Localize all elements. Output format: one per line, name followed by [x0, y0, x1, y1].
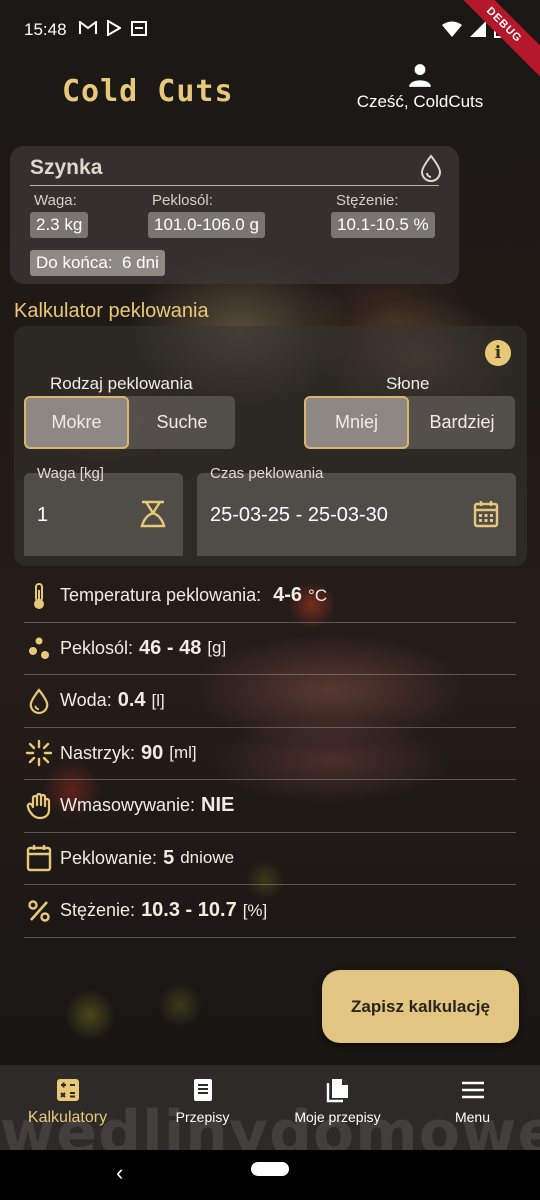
nav-label: Przepisy: [175, 1109, 230, 1125]
curing-time-field[interactable]: Czas peklowania 25-03-25 - 25-03-30: [197, 465, 516, 556]
wifi-icon: [442, 21, 462, 42]
saltiness-toggle: Mniej Bardziej: [304, 396, 515, 449]
saltiness-label: Słone: [386, 374, 430, 393]
result-label: Wmasowywanie:: [60, 795, 196, 816]
system-navigation-bar: ‹: [0, 1150, 540, 1200]
play-store-icon: [106, 18, 122, 41]
result-value: 46 - 48: [139, 636, 202, 659]
result-label: Peklosól:: [60, 637, 134, 658]
result-label: Nastrzyk:: [60, 742, 136, 763]
product-title: Szynka: [30, 156, 103, 179]
greeting-text: Cześć, ColdCuts: [356, 92, 484, 111]
result-label: Stężenie:: [60, 900, 136, 921]
remaining-days-chip: Do końca: 6 dni: [30, 250, 165, 276]
info-icon[interactable]: i: [485, 340, 511, 366]
result-value: 5: [163, 846, 175, 869]
result-label: Woda:: [60, 690, 112, 711]
result-unit: [ml]: [169, 743, 197, 763]
nav-calculators[interactable]: Kalkulatory: [0, 1065, 135, 1150]
water-drop-icon: [420, 154, 442, 182]
injection-icon: [24, 738, 54, 768]
result-value: 4-6: [273, 584, 303, 607]
concentration-label: Stężenie:: [336, 192, 399, 209]
user-profile-button[interactable]: Cześć, ColdCuts: [350, 60, 490, 112]
result-curing-days: Peklowanie: 5 dniowe: [24, 833, 516, 885]
result-unit: [l]: [151, 690, 165, 710]
weight-field[interactable]: Waga [kg] 1: [24, 465, 183, 556]
percent-icon: [24, 896, 54, 926]
result-value: 10.3 - 10.7: [141, 899, 237, 922]
nav-label: Kalkulatory: [27, 1109, 108, 1126]
concentration-value-chip: 10.1-10.5 %: [331, 212, 435, 238]
result-injection: Nastrzyk: 90 [ml]: [24, 728, 516, 780]
weight-value-chip: 2.3 kg: [30, 212, 89, 238]
calendar-icon[interactable]: [472, 499, 500, 529]
result-water: Woda: 0.4 [l]: [24, 675, 516, 728]
person-icon: [409, 64, 431, 87]
calendar-notification-icon: [130, 20, 147, 41]
weight-field-label: Waga [kg]: [37, 465, 104, 482]
thermometer-icon: [24, 581, 54, 611]
result-unit: [g]: [207, 638, 227, 658]
nav-menu[interactable]: Menu: [405, 1065, 540, 1150]
bottom-navigation: Kalkulatory Przepisy Moje przepisy Menu: [0, 1065, 540, 1150]
calculator-title: Kalkulator peklowania: [14, 300, 209, 322]
result-concentration: Stężenie: 10.3 - 10.7 [%]: [24, 885, 516, 938]
result-unit: °C: [308, 585, 328, 605]
my-recipes-icon: [326, 1079, 348, 1103]
card-divider: [30, 185, 439, 186]
water-drop-icon: [24, 686, 54, 716]
nav-recipes[interactable]: Przepisy: [135, 1065, 270, 1150]
signal-icon: [470, 21, 486, 42]
app-header: Cold Cuts Cześć, ColdCuts: [0, 60, 540, 140]
result-unit: [%]: [242, 900, 268, 920]
calendar-icon: [24, 843, 54, 873]
recipes-icon: [193, 1079, 212, 1101]
salt-icon: [24, 633, 54, 663]
result-unit: dniowe: [180, 848, 235, 868]
status-time: 15:48: [24, 20, 67, 39]
result-value: 0.4: [117, 689, 146, 712]
app-title: Cold Cuts: [62, 74, 234, 109]
result-massaging: Wmasowywanie: NIE: [24, 780, 516, 833]
nav-label: Menu: [454, 1109, 491, 1125]
result-temperature: Temperatura peklowania: 4-6 °C: [24, 570, 516, 623]
nav-my-recipes[interactable]: Moje przepisy: [270, 1065, 405, 1150]
result-value: 90: [141, 741, 164, 764]
weight-label: Waga:: [34, 192, 77, 209]
result-label: Temperatura peklowania:: [60, 585, 262, 606]
result-curing-salt: Peklosól: 46 - 48 [g]: [24, 623, 516, 675]
curing-type-toggle: Mokre Suche: [24, 396, 235, 449]
calculator-icon: [56, 1079, 79, 1101]
result-label: Peklowanie:: [60, 847, 158, 868]
status-bar: 15:48: [0, 0, 540, 60]
result-value: NIE: [201, 794, 235, 817]
menu-icon: [461, 1081, 484, 1099]
curing-time-value: 25-03-25 - 25-03-30: [210, 504, 388, 526]
salt-value-chip: 101.0-106.0 g: [148, 212, 265, 238]
nav-label: Moje przepisy: [294, 1109, 381, 1125]
back-icon[interactable]: ‹: [116, 1160, 123, 1186]
hand-icon: [24, 791, 54, 821]
salt-label: Peklosól:: [152, 192, 213, 209]
curing-time-label: Czas peklowania: [210, 465, 324, 482]
curing-type-option-dry[interactable]: Suche: [129, 396, 235, 449]
saltiness-option-less[interactable]: Mniej: [304, 396, 409, 449]
results-list: Temperatura peklowania: 4-6 °C Peklosól:…: [24, 570, 516, 938]
saved-product-card[interactable]: Szynka Waga: Peklosól: Stężenie: 2.3 kg …: [10, 146, 459, 284]
curing-type-label: Rodzaj peklowania: [50, 374, 193, 393]
gmail-icon: [78, 19, 97, 40]
save-calculation-button[interactable]: Zapisz kalkulację: [322, 970, 519, 1043]
curing-type-option-wet[interactable]: Mokre: [24, 396, 129, 449]
scale-icon: [140, 500, 166, 528]
weight-field-value: 1: [37, 504, 49, 526]
home-pill[interactable]: [251, 1162, 289, 1176]
saltiness-option-more[interactable]: Bardziej: [409, 396, 515, 449]
